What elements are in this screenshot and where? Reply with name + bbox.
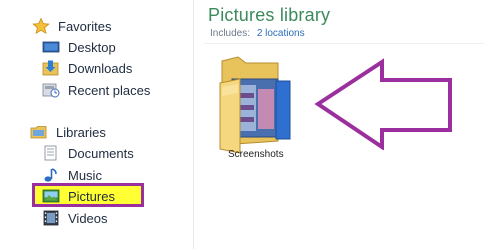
nav-item-documents[interactable]: Documents (42, 143, 134, 163)
folder-icon (219, 56, 291, 154)
content-pane: Pictures library Includes: 2 locations S… (194, 0, 489, 249)
nav-item-label: Pictures (68, 188, 115, 204)
nav-item-label: Recent places (68, 82, 151, 98)
library-includes: Includes: 2 locations (210, 28, 305, 39)
page-title: Pictures library (208, 5, 331, 25)
nav-item-music[interactable]: Music (42, 165, 102, 185)
includes-label: Includes: (210, 28, 251, 39)
nav-libraries[interactable]: Libraries (30, 122, 106, 142)
nav-item-label: Downloads (68, 60, 133, 76)
libraries-icon (30, 124, 48, 140)
pictures-icon (42, 188, 60, 204)
nav-item-pictures[interactable]: Pictures (42, 186, 115, 206)
nav-favorites[interactable]: Favorites (32, 16, 111, 36)
documents-icon (42, 145, 60, 161)
nav-favorites-label: Favorites (58, 18, 112, 34)
nav-item-label: Music (68, 167, 102, 183)
nav-item-desktop[interactable]: Desktop (42, 37, 116, 57)
desktop-icon (42, 39, 60, 55)
nav-item-label: Videos (68, 210, 108, 226)
folder-item-screenshots[interactable] (216, 53, 296, 158)
music-icon (42, 167, 60, 183)
folder-label: Screenshots (228, 149, 284, 160)
annotation-arrow-icon (314, 58, 452, 150)
nav-item-recent-places[interactable]: Recent places (42, 80, 150, 100)
header-divider (204, 43, 484, 44)
nav-item-downloads[interactable]: Downloads (42, 58, 132, 78)
downloads-icon (42, 60, 60, 76)
nav-libraries-label: Libraries (56, 124, 106, 140)
nav-item-label: Desktop (68, 39, 116, 55)
nav-item-videos[interactable]: Videos (42, 208, 108, 228)
videos-icon (42, 210, 60, 226)
navigation-pane: Favorites Desktop Downloads Recent place… (0, 0, 190, 249)
locations-link[interactable]: 2 locations (257, 28, 305, 39)
star-icon (32, 17, 50, 35)
recent-places-icon (42, 82, 60, 98)
nav-item-label: Documents (68, 145, 134, 161)
